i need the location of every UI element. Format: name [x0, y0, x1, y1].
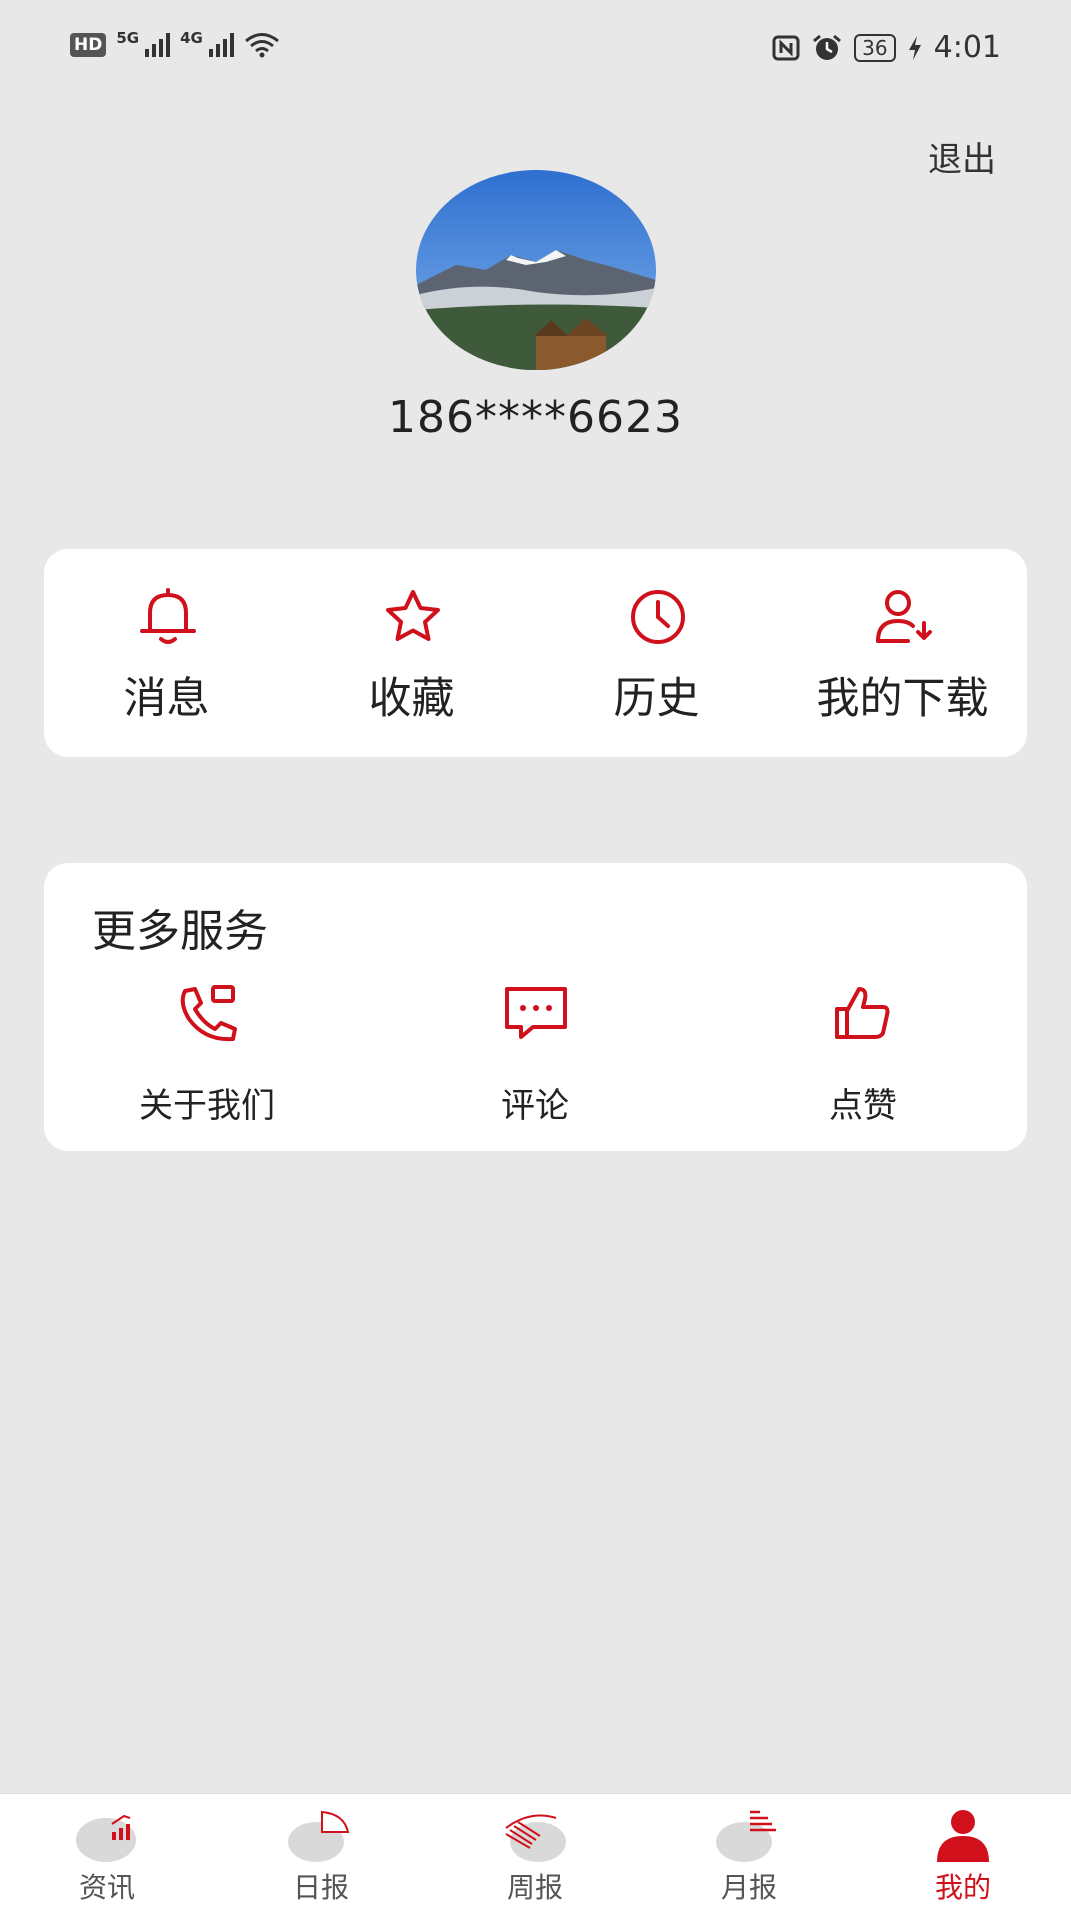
status-left: HD 5G 4G [70, 29, 280, 58]
clock-time: 4:01 [933, 30, 1001, 65]
services-title: 更多服务 [92, 906, 268, 957]
service-label: 评论 [501, 1086, 569, 1126]
signal-icon [208, 33, 234, 57]
service-about-us[interactable]: 关于我们 [107, 983, 307, 1133]
avatar[interactable] [416, 170, 656, 370]
nfc-icon [772, 35, 800, 60]
phone-icon [180, 985, 237, 1042]
user-download-icon [876, 590, 932, 643]
quick-action-messages[interactable]: 消息 [44, 549, 289, 757]
status-right: 36 4:01 [772, 30, 1001, 65]
monthly-bars-icon [716, 1810, 776, 1862]
tab-mine[interactable]: 我的 [856, 1794, 1070, 1912]
more-services-card: 更多服务 关于我们 评论 点赞 [44, 863, 1027, 1151]
network-5g-label: 5G [116, 29, 140, 47]
network-4g-label: 4G [180, 29, 203, 47]
quick-action-history[interactable]: 历史 [534, 549, 779, 757]
quick-actions-card: 消息 收藏 历史 我的下载 [44, 549, 1027, 757]
quick-action-downloads[interactable]: 我的下载 [780, 549, 1025, 757]
user-icon [937, 1810, 989, 1862]
tab-news[interactable]: 资讯 [0, 1794, 214, 1912]
clock-icon [631, 590, 685, 644]
tab-weekly[interactable]: 周报 [428, 1794, 642, 1912]
bell-icon [140, 588, 196, 644]
tab-label: 资讯 [78, 1871, 135, 1904]
service-likes[interactable]: 点赞 [763, 983, 963, 1133]
quick-action-label: 消息 [123, 674, 210, 724]
daily-pie-icon [288, 1810, 350, 1862]
alarm-icon [813, 34, 842, 60]
signal-icon [145, 33, 171, 57]
tab-label: 我的 [934, 1871, 991, 1904]
weekly-fan-icon [505, 1814, 566, 1862]
star-icon [386, 590, 440, 641]
charging-icon [908, 35, 921, 60]
news-chart-icon [76, 1814, 136, 1862]
status-bar: HD 5G 4G 36 4:01 [0, 0, 1071, 100]
tab-label: 月报 [720, 1871, 777, 1904]
service-comments[interactable]: 评论 [435, 983, 635, 1133]
logout-button[interactable]: 退出 [928, 132, 996, 181]
wifi-icon [244, 33, 279, 58]
thumbs-up-icon [835, 987, 890, 1039]
tab-label: 周报 [506, 1871, 563, 1904]
comment-icon [505, 987, 567, 1039]
user-phone: 186****6623 [388, 392, 683, 443]
service-label: 关于我们 [139, 1086, 275, 1126]
quick-action-label: 我的下载 [816, 674, 989, 724]
battery-indicator: 36 [854, 33, 896, 62]
quick-action-favorites[interactable]: 收藏 [289, 549, 534, 757]
tab-daily[interactable]: 日报 [214, 1794, 428, 1912]
bottom-tab-bar: 资讯 日报 周报 月报 我的 [0, 1793, 1071, 1912]
avatar-image [416, 170, 656, 370]
hd-badge: HD [70, 33, 107, 57]
tab-label: 日报 [292, 1871, 349, 1904]
quick-action-label: 历史 [613, 674, 700, 724]
service-label: 点赞 [829, 1086, 897, 1126]
tab-monthly[interactable]: 月报 [642, 1794, 856, 1912]
quick-action-label: 收藏 [368, 674, 455, 724]
